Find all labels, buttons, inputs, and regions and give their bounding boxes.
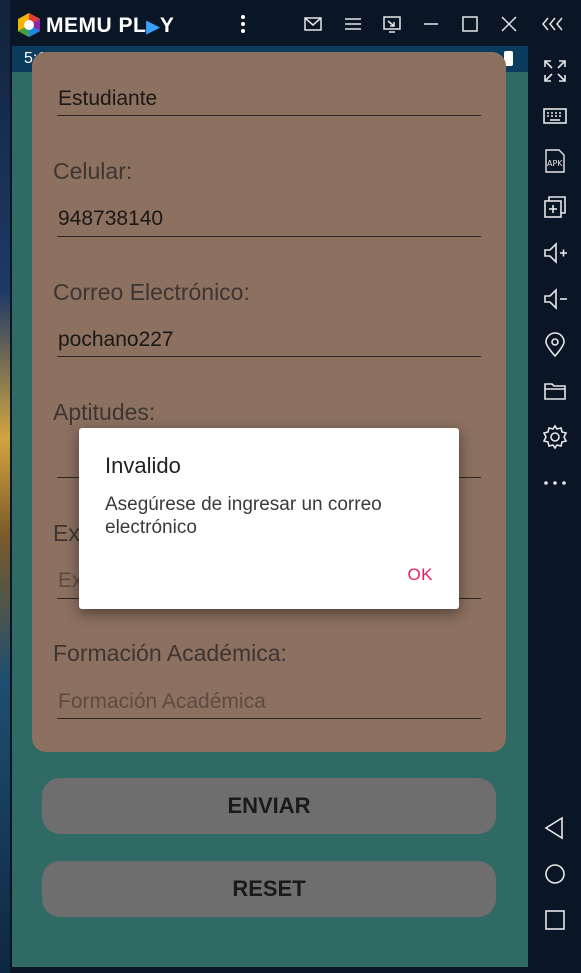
emulator-toolbar: APK xyxy=(529,46,581,967)
dialog-ok-button[interactable]: OK xyxy=(407,565,433,585)
apk-label: APK xyxy=(547,159,563,168)
android-screen: 5:12 A Estudiante Celular: 948738140 Cor… xyxy=(12,46,528,967)
collapse-sidebar-icon[interactable] xyxy=(540,14,566,34)
recents-icon[interactable] xyxy=(542,907,568,933)
keyboard-icon[interactable] xyxy=(542,103,568,129)
settings-icon[interactable] xyxy=(542,424,568,450)
folder-icon[interactable] xyxy=(542,378,568,404)
more-icon[interactable] xyxy=(542,470,568,496)
brand-title: MEMU PL▶Y xyxy=(46,14,175,37)
title-bar: MEMU PL▶Y xyxy=(10,0,581,48)
emulator-window: MEMU PL▶Y 5:12 A xyxy=(10,0,581,973)
window-bottom-edge xyxy=(10,967,581,973)
maximize-icon[interactable] xyxy=(460,14,480,34)
apk-icon[interactable]: APK xyxy=(542,148,568,174)
location-icon[interactable] xyxy=(542,332,568,358)
desktop-background xyxy=(0,0,10,973)
screen-cast-icon[interactable] xyxy=(382,14,402,34)
volume-down-icon[interactable] xyxy=(542,286,568,312)
volume-up-icon[interactable] xyxy=(542,240,568,266)
memu-logo-icon xyxy=(18,13,40,37)
back-icon[interactable] xyxy=(542,815,568,841)
fullscreen-icon[interactable] xyxy=(542,58,568,84)
menu-dots-icon[interactable] xyxy=(233,14,253,34)
hamburger-menu-icon[interactable] xyxy=(343,14,363,34)
invalid-email-dialog: Invalido Asegúrese de ingresar un correo… xyxy=(79,428,459,609)
home-icon[interactable] xyxy=(542,861,568,887)
mail-icon[interactable] xyxy=(303,14,323,34)
dialog-message: Asegúrese de ingresar un correo electrón… xyxy=(105,494,382,538)
close-icon[interactable] xyxy=(499,14,519,34)
add-window-icon[interactable] xyxy=(542,194,568,220)
minimize-icon[interactable] xyxy=(421,14,441,34)
dialog-title: Invalido xyxy=(105,453,181,478)
